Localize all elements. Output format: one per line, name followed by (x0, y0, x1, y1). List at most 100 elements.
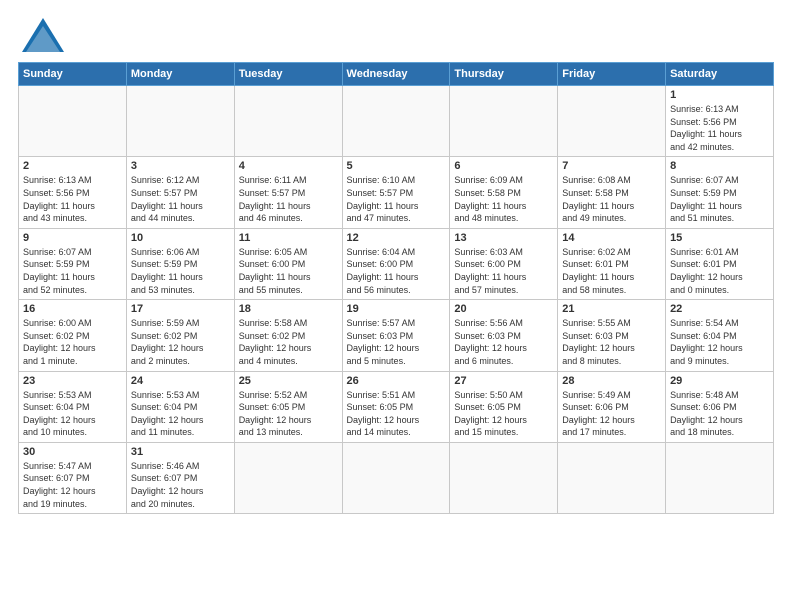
day-info: Sunrise: 6:09 AMSunset: 5:58 PMDaylight:… (454, 174, 553, 224)
day-cell: 10 Sunrise: 6:06 AMSunset: 5:59 PMDayligh… (126, 228, 234, 299)
day-cell: 21 Sunrise: 5:55 AMSunset: 6:03 PMDayligh… (558, 300, 666, 371)
day-number: 6 (454, 160, 553, 172)
day-info: Sunrise: 6:11 AMSunset: 5:57 PMDaylight:… (239, 174, 338, 224)
day-info: Sunrise: 5:48 AMSunset: 6:06 PMDaylight:… (670, 389, 769, 439)
week-row-2: 9Sunrise: 6:07 AMSunset: 5:59 PMDaylight… (19, 228, 774, 299)
day-cell: 4 Sunrise: 6:11 AMSunset: 5:57 PMDaylight… (234, 157, 342, 228)
day-info: Sunrise: 5:52 AMSunset: 6:05 PMDaylight:… (239, 389, 338, 439)
weekday-saturday: Saturday (666, 63, 774, 86)
day-info: Sunrise: 5:51 AMSunset: 6:05 PMDaylight:… (347, 389, 446, 439)
day-cell: 14 Sunrise: 6:02 AMSunset: 6:01 PMDayligh… (558, 228, 666, 299)
day-number: 17 (131, 303, 230, 315)
day-cell: 12Sunrise: 6:04 AMSunset: 6:00 PMDayligh… (342, 228, 450, 299)
day-info: Sunrise: 5:47 AMSunset: 6:07 PMDaylight:… (23, 460, 122, 510)
day-info: Sunrise: 5:50 AMSunset: 6:05 PMDaylight:… (454, 389, 553, 439)
weekday-thursday: Thursday (450, 63, 558, 86)
day-info: Sunrise: 6:13 AMSunset: 5:56 PMDaylight:… (670, 103, 769, 153)
day-info: Sunrise: 6:07 AMSunset: 5:59 PMDaylight:… (23, 246, 122, 296)
day-cell: 30 Sunrise: 5:47 AMSunset: 6:07 PMDayligh… (19, 442, 127, 513)
day-info: Sunrise: 5:56 AMSunset: 6:03 PMDaylight:… (454, 317, 553, 367)
day-cell: 17Sunrise: 5:59 AMSunset: 6:02 PMDayligh… (126, 300, 234, 371)
weekday-wednesday: Wednesday (342, 63, 450, 86)
day-cell: 28Sunrise: 5:49 AMSunset: 6:06 PMDayligh… (558, 371, 666, 442)
week-row-4: 23 Sunrise: 5:53 AMSunset: 6:04 PMDayligh… (19, 371, 774, 442)
day-number: 15 (670, 232, 769, 244)
weekday-header-row: SundayMondayTuesdayWednesdayThursdayFrid… (19, 63, 774, 86)
day-number: 25 (239, 375, 338, 387)
day-number: 12 (347, 232, 446, 244)
day-number: 22 (670, 303, 769, 315)
day-cell: 11Sunrise: 6:05 AMSunset: 6:00 PMDayligh… (234, 228, 342, 299)
day-cell (342, 442, 450, 513)
day-cell (450, 86, 558, 157)
day-cell (234, 442, 342, 513)
day-cell (126, 86, 234, 157)
logo-icon (18, 16, 68, 56)
day-number: 1 (670, 89, 769, 101)
day-info: Sunrise: 6:03 AMSunset: 6:00 PMDaylight:… (454, 246, 553, 296)
day-info: Sunrise: 5:53 AMSunset: 6:04 PMDaylight:… (131, 389, 230, 439)
day-info: Sunrise: 5:49 AMSunset: 6:06 PMDaylight:… (562, 389, 661, 439)
day-cell: 18 Sunrise: 5:58 AMSunset: 6:02 PMDayligh… (234, 300, 342, 371)
day-cell: 25 Sunrise: 5:52 AMSunset: 6:05 PMDayligh… (234, 371, 342, 442)
day-info: Sunrise: 6:10 AMSunset: 5:57 PMDaylight:… (347, 174, 446, 224)
week-row-0: 1 Sunrise: 6:13 AMSunset: 5:56 PMDaylight… (19, 86, 774, 157)
week-row-1: 2Sunrise: 6:13 AMSunset: 5:56 PMDaylight… (19, 157, 774, 228)
day-cell: 9Sunrise: 6:07 AMSunset: 5:59 PMDaylight… (19, 228, 127, 299)
day-number: 30 (23, 446, 122, 458)
day-cell (666, 442, 774, 513)
day-info: Sunrise: 6:12 AMSunset: 5:57 PMDaylight:… (131, 174, 230, 224)
day-info: Sunrise: 6:08 AMSunset: 5:58 PMDaylight:… (562, 174, 661, 224)
day-number: 14 (562, 232, 661, 244)
day-info: Sunrise: 5:46 AMSunset: 6:07 PMDaylight:… (131, 460, 230, 510)
day-cell: 26 Sunrise: 5:51 AMSunset: 6:05 PMDayligh… (342, 371, 450, 442)
header (18, 16, 774, 56)
day-cell (558, 86, 666, 157)
day-number: 20 (454, 303, 553, 315)
day-cell: 1 Sunrise: 6:13 AMSunset: 5:56 PMDaylight… (666, 86, 774, 157)
day-cell (19, 86, 127, 157)
day-info: Sunrise: 6:13 AMSunset: 5:56 PMDaylight:… (23, 174, 122, 224)
day-number: 23 (23, 375, 122, 387)
day-cell (342, 86, 450, 157)
day-number: 21 (562, 303, 661, 315)
day-cell: 15Sunrise: 6:01 AMSunset: 6:01 PMDayligh… (666, 228, 774, 299)
day-info: Sunrise: 5:58 AMSunset: 6:02 PMDaylight:… (239, 317, 338, 367)
day-cell: 13Sunrise: 6:03 AMSunset: 6:00 PMDayligh… (450, 228, 558, 299)
day-cell (234, 86, 342, 157)
day-cell: 3Sunrise: 6:12 AMSunset: 5:57 PMDaylight… (126, 157, 234, 228)
day-info: Sunrise: 5:54 AMSunset: 6:04 PMDaylight:… (670, 317, 769, 367)
day-cell: 6 Sunrise: 6:09 AMSunset: 5:58 PMDaylight… (450, 157, 558, 228)
day-cell: 20 Sunrise: 5:56 AMSunset: 6:03 PMDayligh… (450, 300, 558, 371)
day-info: Sunrise: 5:55 AMSunset: 6:03 PMDaylight:… (562, 317, 661, 367)
day-info: Sunrise: 6:00 AMSunset: 6:02 PMDaylight:… (23, 317, 122, 367)
day-cell: 29Sunrise: 5:48 AMSunset: 6:06 PMDayligh… (666, 371, 774, 442)
day-number: 4 (239, 160, 338, 172)
day-cell: 2Sunrise: 6:13 AMSunset: 5:56 PMDaylight… (19, 157, 127, 228)
day-info: Sunrise: 6:07 AMSunset: 5:59 PMDaylight:… (670, 174, 769, 224)
day-cell: 5Sunrise: 6:10 AMSunset: 5:57 PMDaylight… (342, 157, 450, 228)
week-row-3: 16 Sunrise: 6:00 AMSunset: 6:02 PMDayligh… (19, 300, 774, 371)
day-cell (558, 442, 666, 513)
day-number: 16 (23, 303, 122, 315)
day-number: 26 (347, 375, 446, 387)
day-info: Sunrise: 6:02 AMSunset: 6:01 PMDaylight:… (562, 246, 661, 296)
day-cell: 19Sunrise: 5:57 AMSunset: 6:03 PMDayligh… (342, 300, 450, 371)
day-cell: 7Sunrise: 6:08 AMSunset: 5:58 PMDaylight… (558, 157, 666, 228)
day-cell: 22 Sunrise: 5:54 AMSunset: 6:04 PMDayligh… (666, 300, 774, 371)
day-number: 8 (670, 160, 769, 172)
weekday-sunday: Sunday (19, 63, 127, 86)
weekday-friday: Friday (558, 63, 666, 86)
day-info: Sunrise: 5:53 AMSunset: 6:04 PMDaylight:… (23, 389, 122, 439)
weekday-monday: Monday (126, 63, 234, 86)
day-number: 31 (131, 446, 230, 458)
day-info: Sunrise: 6:06 AMSunset: 5:59 PMDaylight:… (131, 246, 230, 296)
day-number: 10 (131, 232, 230, 244)
weekday-tuesday: Tuesday (234, 63, 342, 86)
day-cell: 23 Sunrise: 5:53 AMSunset: 6:04 PMDayligh… (19, 371, 127, 442)
day-number: 18 (239, 303, 338, 315)
day-info: Sunrise: 5:57 AMSunset: 6:03 PMDaylight:… (347, 317, 446, 367)
day-cell: 8 Sunrise: 6:07 AMSunset: 5:59 PMDaylight… (666, 157, 774, 228)
day-cell: 16 Sunrise: 6:00 AMSunset: 6:02 PMDayligh… (19, 300, 127, 371)
day-cell: 24Sunrise: 5:53 AMSunset: 6:04 PMDayligh… (126, 371, 234, 442)
